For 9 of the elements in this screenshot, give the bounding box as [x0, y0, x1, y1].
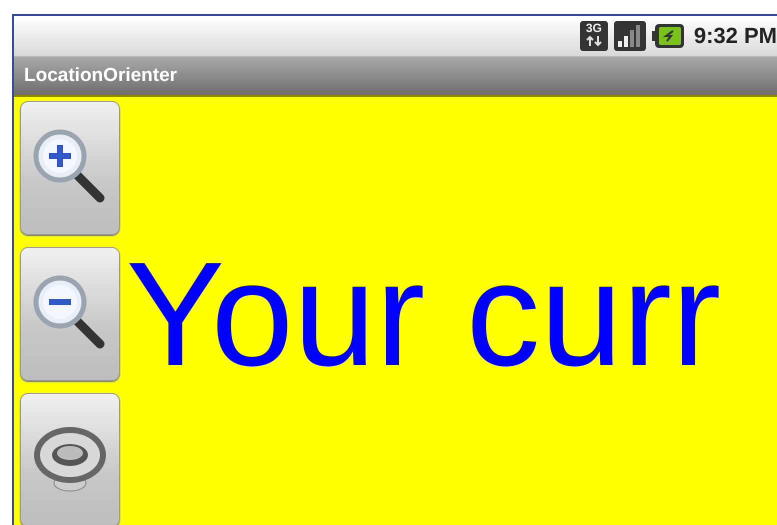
- signal-icon: [614, 21, 646, 51]
- zoom-in-button[interactable]: [20, 101, 120, 235]
- battery-charging-icon: [652, 24, 684, 48]
- app-title: LocationOrienter: [24, 65, 178, 87]
- sound-button[interactable]: [20, 393, 120, 525]
- clock-time: 9:32 PM: [694, 23, 777, 49]
- zoom-out-button[interactable]: [20, 247, 120, 381]
- location-message: Your curr: [126, 241, 722, 389]
- mobile-data-icon: 3G: [580, 21, 608, 51]
